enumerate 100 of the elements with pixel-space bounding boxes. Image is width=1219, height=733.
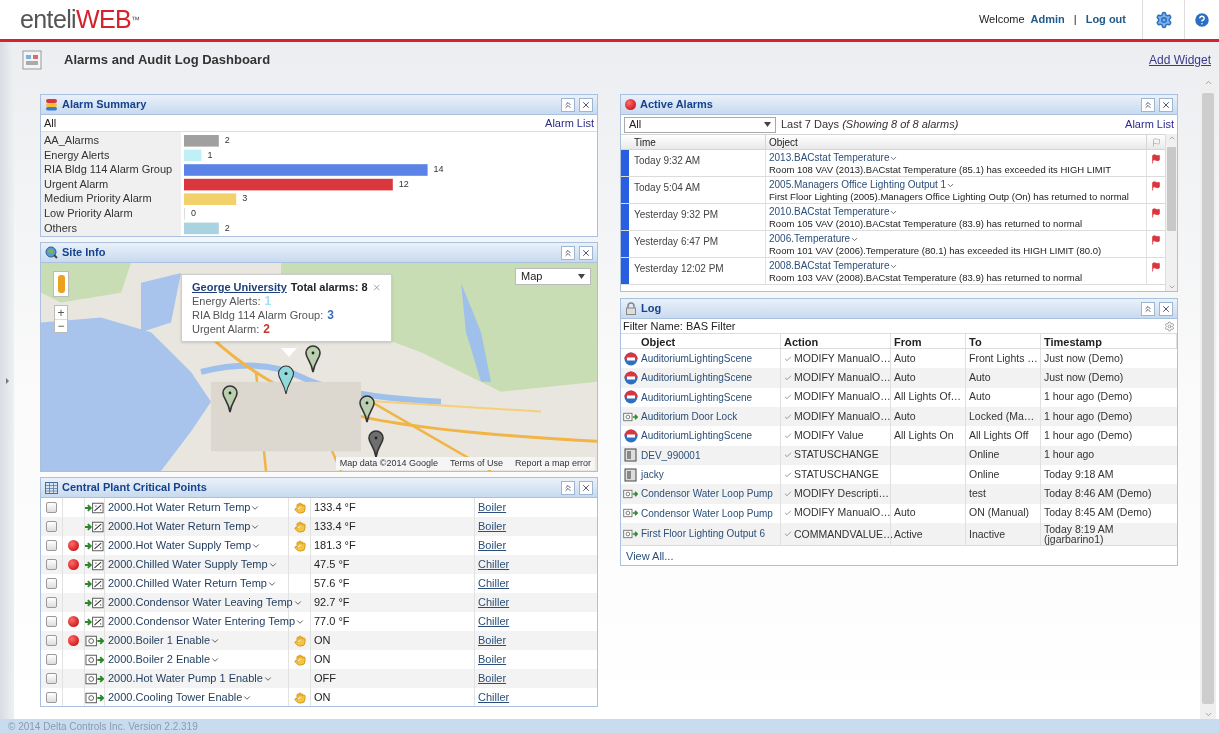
log-object-link[interactable]: Auditorium Door Lock: [641, 409, 738, 425]
equipment-link[interactable]: Boiler: [478, 653, 507, 666]
map-pin-icon[interactable]: [222, 385, 238, 413]
add-widget-link[interactable]: Add Widget: [1148, 51, 1211, 69]
flag-icon[interactable]: [1151, 181, 1161, 191]
point-name[interactable]: 2000.Boiler 1 Enable: [108, 632, 211, 649]
scroll-down-icon[interactable]: [1203, 710, 1213, 719]
point-name[interactable]: 2000.Hot Water Pump 1 Enable: [108, 670, 263, 687]
alarm-object-link[interactable]: 2006.Temperature: [769, 233, 851, 245]
column-header[interactable]: Object: [766, 135, 1147, 149]
equipment-link[interactable]: Boiler: [478, 501, 507, 514]
close-button[interactable]: [579, 97, 593, 112]
map-type-select[interactable]: Map: [515, 268, 591, 285]
log-object-link[interactable]: AuditoriumLightingScene: [641, 370, 753, 386]
point-name[interactable]: 2000.Condensor Water Entering Temp: [108, 613, 296, 630]
column-header[interactable]: Timestamp: [1044, 336, 1102, 348]
scrollbar-thumb[interactable]: [1167, 147, 1176, 231]
alarm-list-link[interactable]: Alarm List: [1125, 116, 1174, 133]
point-name[interactable]: 2000.Hot Water Return Temp: [108, 499, 251, 516]
point-name[interactable]: 2000.Hot Water Return Temp: [108, 518, 251, 535]
alarm-message: Room 103 VAV (2008).BACstat Temperature (83.9) has returned to normal: [769, 272, 1084, 284]
row-checkbox[interactable]: [46, 692, 57, 703]
table-icon: [45, 481, 58, 494]
row-checkbox[interactable]: [46, 521, 57, 532]
point-name[interactable]: 2000.Condensor Water Leaving Temp: [108, 594, 293, 611]
flag-icon[interactable]: [1151, 262, 1161, 272]
column-header[interactable]: Time: [631, 135, 766, 149]
log-timestamp: 1 hour ago (Demo): [1044, 408, 1133, 424]
equipment-link[interactable]: Chiller: [478, 558, 510, 571]
point-name[interactable]: 2000.Hot Water Supply Temp: [108, 537, 252, 554]
alarm-object-link[interactable]: 2005.Managers Office Lighting Output 1: [769, 179, 947, 191]
column-header[interactable]: Object: [641, 336, 676, 348]
scroll-up-icon[interactable]: [1167, 134, 1176, 142]
row-checkbox[interactable]: [46, 673, 57, 684]
equipment-link[interactable]: Boiler: [478, 520, 507, 533]
equipment-link[interactable]: Chiller: [478, 577, 510, 590]
row-checkbox[interactable]: [46, 597, 57, 608]
alarm-filter-select[interactable]: All: [624, 116, 776, 133]
equipment-link[interactable]: Boiler: [478, 539, 507, 552]
point-name[interactable]: 2000.Chilled Water Supply Temp: [108, 556, 268, 573]
log-object-link[interactable]: DEV_990001: [641, 447, 701, 463]
equipment-link[interactable]: Chiller: [478, 596, 510, 609]
close-button[interactable]: [579, 245, 593, 260]
row-checkbox[interactable]: [46, 616, 57, 627]
category-label: Others: [44, 221, 77, 234]
equipment-link[interactable]: Chiller: [478, 691, 510, 704]
report-link[interactable]: Report a map error: [514, 456, 591, 470]
map-pin-icon[interactable]: [277, 365, 295, 395]
log-object-link[interactable]: Condensor Water Loop Pump: [641, 505, 773, 521]
close-button[interactable]: [1159, 301, 1173, 316]
column-header[interactable]: To: [969, 336, 982, 348]
log-out-link[interactable]: Log out: [1085, 11, 1126, 28]
alarm-object-link[interactable]: 2010.BACstat Temperature: [769, 206, 890, 218]
flag-icon[interactable]: [1151, 208, 1161, 218]
row-checkbox[interactable]: [46, 578, 57, 589]
point-name[interactable]: 2000.Cooling Tower Enable: [108, 689, 243, 706]
log-object-link[interactable]: jacky: [641, 467, 664, 483]
log-object-link[interactable]: AuditoriumLightingScene: [641, 389, 753, 405]
close-button[interactable]: [1159, 97, 1173, 112]
alarm-object-link[interactable]: 2013.BACstat Temperature: [769, 152, 890, 164]
log-object-link[interactable]: First Floor Lighting Output 6: [641, 529, 765, 540]
log-object-link[interactable]: AuditoriumLightingScene: [641, 351, 753, 367]
view-all-link[interactable]: View All...: [626, 550, 674, 563]
point-name[interactable]: 2000.Chilled Water Return Temp: [108, 575, 267, 592]
equipment-link[interactable]: Boiler: [478, 634, 507, 647]
terms-link[interactable]: Terms of Use: [449, 456, 503, 470]
site-link[interactable]: George University: [192, 280, 287, 294]
scroll-up-icon[interactable]: [1203, 78, 1213, 87]
row-checkbox[interactable]: [46, 635, 57, 646]
point-name[interactable]: 2000.Boiler 2 Enable: [108, 651, 211, 668]
scrollbar-thumb[interactable]: [1202, 93, 1214, 704]
map-pin-icon[interactable]: [359, 395, 375, 423]
scrollbar[interactable]: [1200, 78, 1216, 719]
alarm-group-label: RIA Bldg 114 Alarm Group:: [192, 308, 324, 322]
log-object-link[interactable]: Condensor Water Loop Pump: [641, 486, 773, 502]
close-button[interactable]: [579, 480, 593, 495]
row-checkbox[interactable]: [46, 540, 57, 551]
side-collapse-handle[interactable]: [0, 42, 14, 719]
map-pin-icon[interactable]: [368, 430, 384, 458]
pegman-icon[interactable]: [53, 271, 69, 297]
scroll-down-icon[interactable]: [1167, 283, 1176, 291]
close-icon[interactable]: [371, 281, 381, 293]
row-checkbox[interactable]: [46, 654, 57, 665]
map-pin-icon[interactable]: [305, 345, 321, 373]
scrollbar[interactable]: [1165, 134, 1177, 291]
log-object-link[interactable]: AuditoriumLightingScene: [641, 428, 753, 444]
alarm-object-link[interactable]: 2008.BACstat Temperature: [769, 260, 890, 272]
check-icon: [784, 373, 792, 382]
flag-icon[interactable]: [1151, 154, 1161, 164]
flag-icon[interactable]: [1151, 235, 1161, 245]
zoom-in-button[interactable]: +: [55, 306, 67, 319]
settings-icon[interactable]: [1164, 320, 1175, 332]
column-header[interactable]: From: [894, 336, 922, 348]
zoom-out-button[interactable]: −: [55, 319, 67, 332]
row-checkbox[interactable]: [46, 559, 57, 570]
equipment-link[interactable]: Boiler: [478, 672, 507, 685]
row-checkbox[interactable]: [46, 502, 57, 513]
column-header[interactable]: Action: [784, 336, 819, 348]
equipment-link[interactable]: Chiller: [478, 615, 510, 628]
alarm-list-link[interactable]: Alarm List: [545, 114, 594, 132]
